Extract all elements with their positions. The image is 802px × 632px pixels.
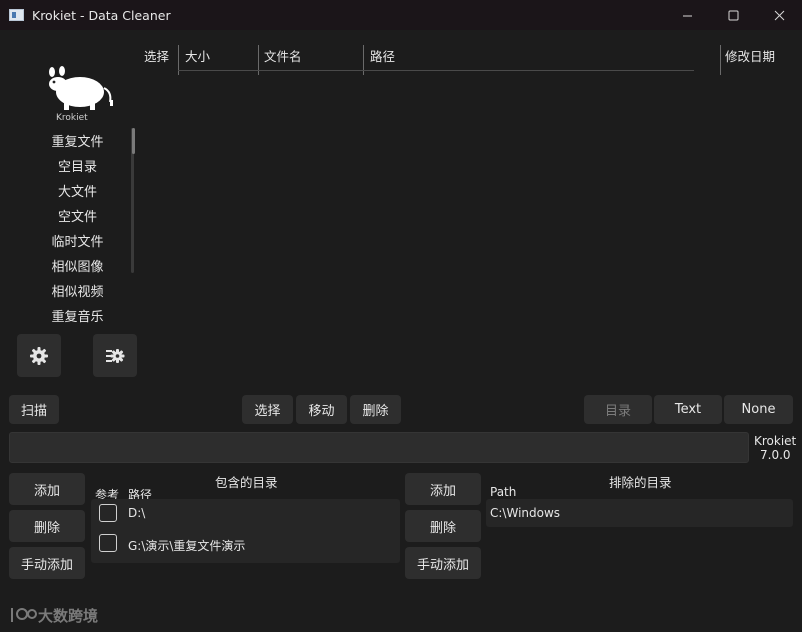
included-directories-list: D:\ G:\演示\重复文件演示 [91,499,400,563]
excluded-add-button[interactable]: 添加 [405,473,481,505]
progress-bar [9,432,749,463]
column-separator[interactable] [720,45,721,75]
minimize-icon [682,15,692,16]
column-header-path[interactable]: 路径 [370,46,395,65]
close-button[interactable] [756,0,802,30]
sidebar-item-duplicate-music[interactable]: 重复音乐 [20,305,135,330]
included-directory-path[interactable]: D:\ [128,506,145,520]
delete-button[interactable]: 删除 [350,395,401,424]
included-reference-checkbox[interactable] [99,504,117,522]
view-text-button[interactable]: Text [654,395,722,424]
maximize-button[interactable] [710,0,756,30]
close-icon [774,10,784,20]
sidebar-item-empty-folders[interactable]: 空目录 [20,155,135,180]
sidebar-scroll-thumb[interactable] [132,128,135,154]
sidebar-item-duplicate-files[interactable]: 重复文件 [20,130,135,155]
sidebar-item-temporary-files[interactable]: 临时文件 [20,230,135,255]
included-reference-checkbox[interactable] [99,534,117,552]
excluded-column-path: Path [490,485,517,499]
title-bar: Krokiet - Data Cleaner [0,0,802,30]
excluded-directories-title: 排除的目录 [609,475,672,490]
view-none-button[interactable]: None [724,395,793,424]
view-directory-button[interactable]: 目录 [584,395,652,424]
sidebar-item-similar-videos[interactable]: 相似视频 [20,280,135,305]
watermark: 大数跨境 [8,604,98,626]
watermark-text: 大数跨境 [38,606,99,625]
logo-text: Krokiet [56,113,88,123]
settings-sliders-gear-icon [106,348,125,363]
window-controls [664,0,802,30]
header-underline [178,70,694,71]
sidebar-tool-list: 重复文件 空目录 大文件 空文件 临时文件 相似图像 相似视频 重复音乐 [20,130,135,330]
version-app-name: Krokiet [754,434,797,448]
column-header-size[interactable]: 大小 [185,46,210,65]
scan-button[interactable]: 扫描 [9,395,59,424]
advanced-settings-button[interactable] [93,334,137,377]
included-directory-path[interactable]: G:\演示\重复文件演示 [128,537,245,554]
sidebar-item-big-files[interactable]: 大文件 [20,180,135,205]
minimize-button[interactable] [664,0,710,30]
included-add-button[interactable]: 添加 [9,473,85,505]
app-icon [9,9,24,21]
gear-icon [30,346,48,365]
sidebar-item-similar-images[interactable]: 相似图像 [20,255,135,280]
results-table-header: 选择 大小 文件名 路径 修改日期 [138,40,793,76]
sidebar-item-empty-files[interactable]: 空文件 [20,205,135,230]
version-number: 7.0.0 [760,448,791,462]
settings-button[interactable] [17,334,61,377]
excluded-directory-path[interactable]: C:\Windows [490,506,560,520]
column-header-modified-date[interactable]: 修改日期 [725,46,775,65]
excluded-remove-button[interactable]: 删除 [405,510,481,542]
select-button[interactable]: 选择 [242,395,293,424]
window-title: Krokiet - Data Cleaner [32,7,171,23]
excluded-manual-add-button[interactable]: 手动添加 [405,547,481,579]
column-header-select[interactable]: 选择 [144,46,169,65]
included-directories-title: 包含的目录 [215,475,278,490]
excluded-directories-list: C:\Windows [486,499,793,527]
maximize-icon [728,10,738,20]
watermark-logo-icon [11,608,37,622]
column-header-file-name[interactable]: 文件名 [264,46,302,65]
included-remove-button[interactable]: 删除 [9,510,85,542]
included-manual-add-button[interactable]: 手动添加 [9,547,85,579]
move-button[interactable]: 移动 [296,395,347,424]
